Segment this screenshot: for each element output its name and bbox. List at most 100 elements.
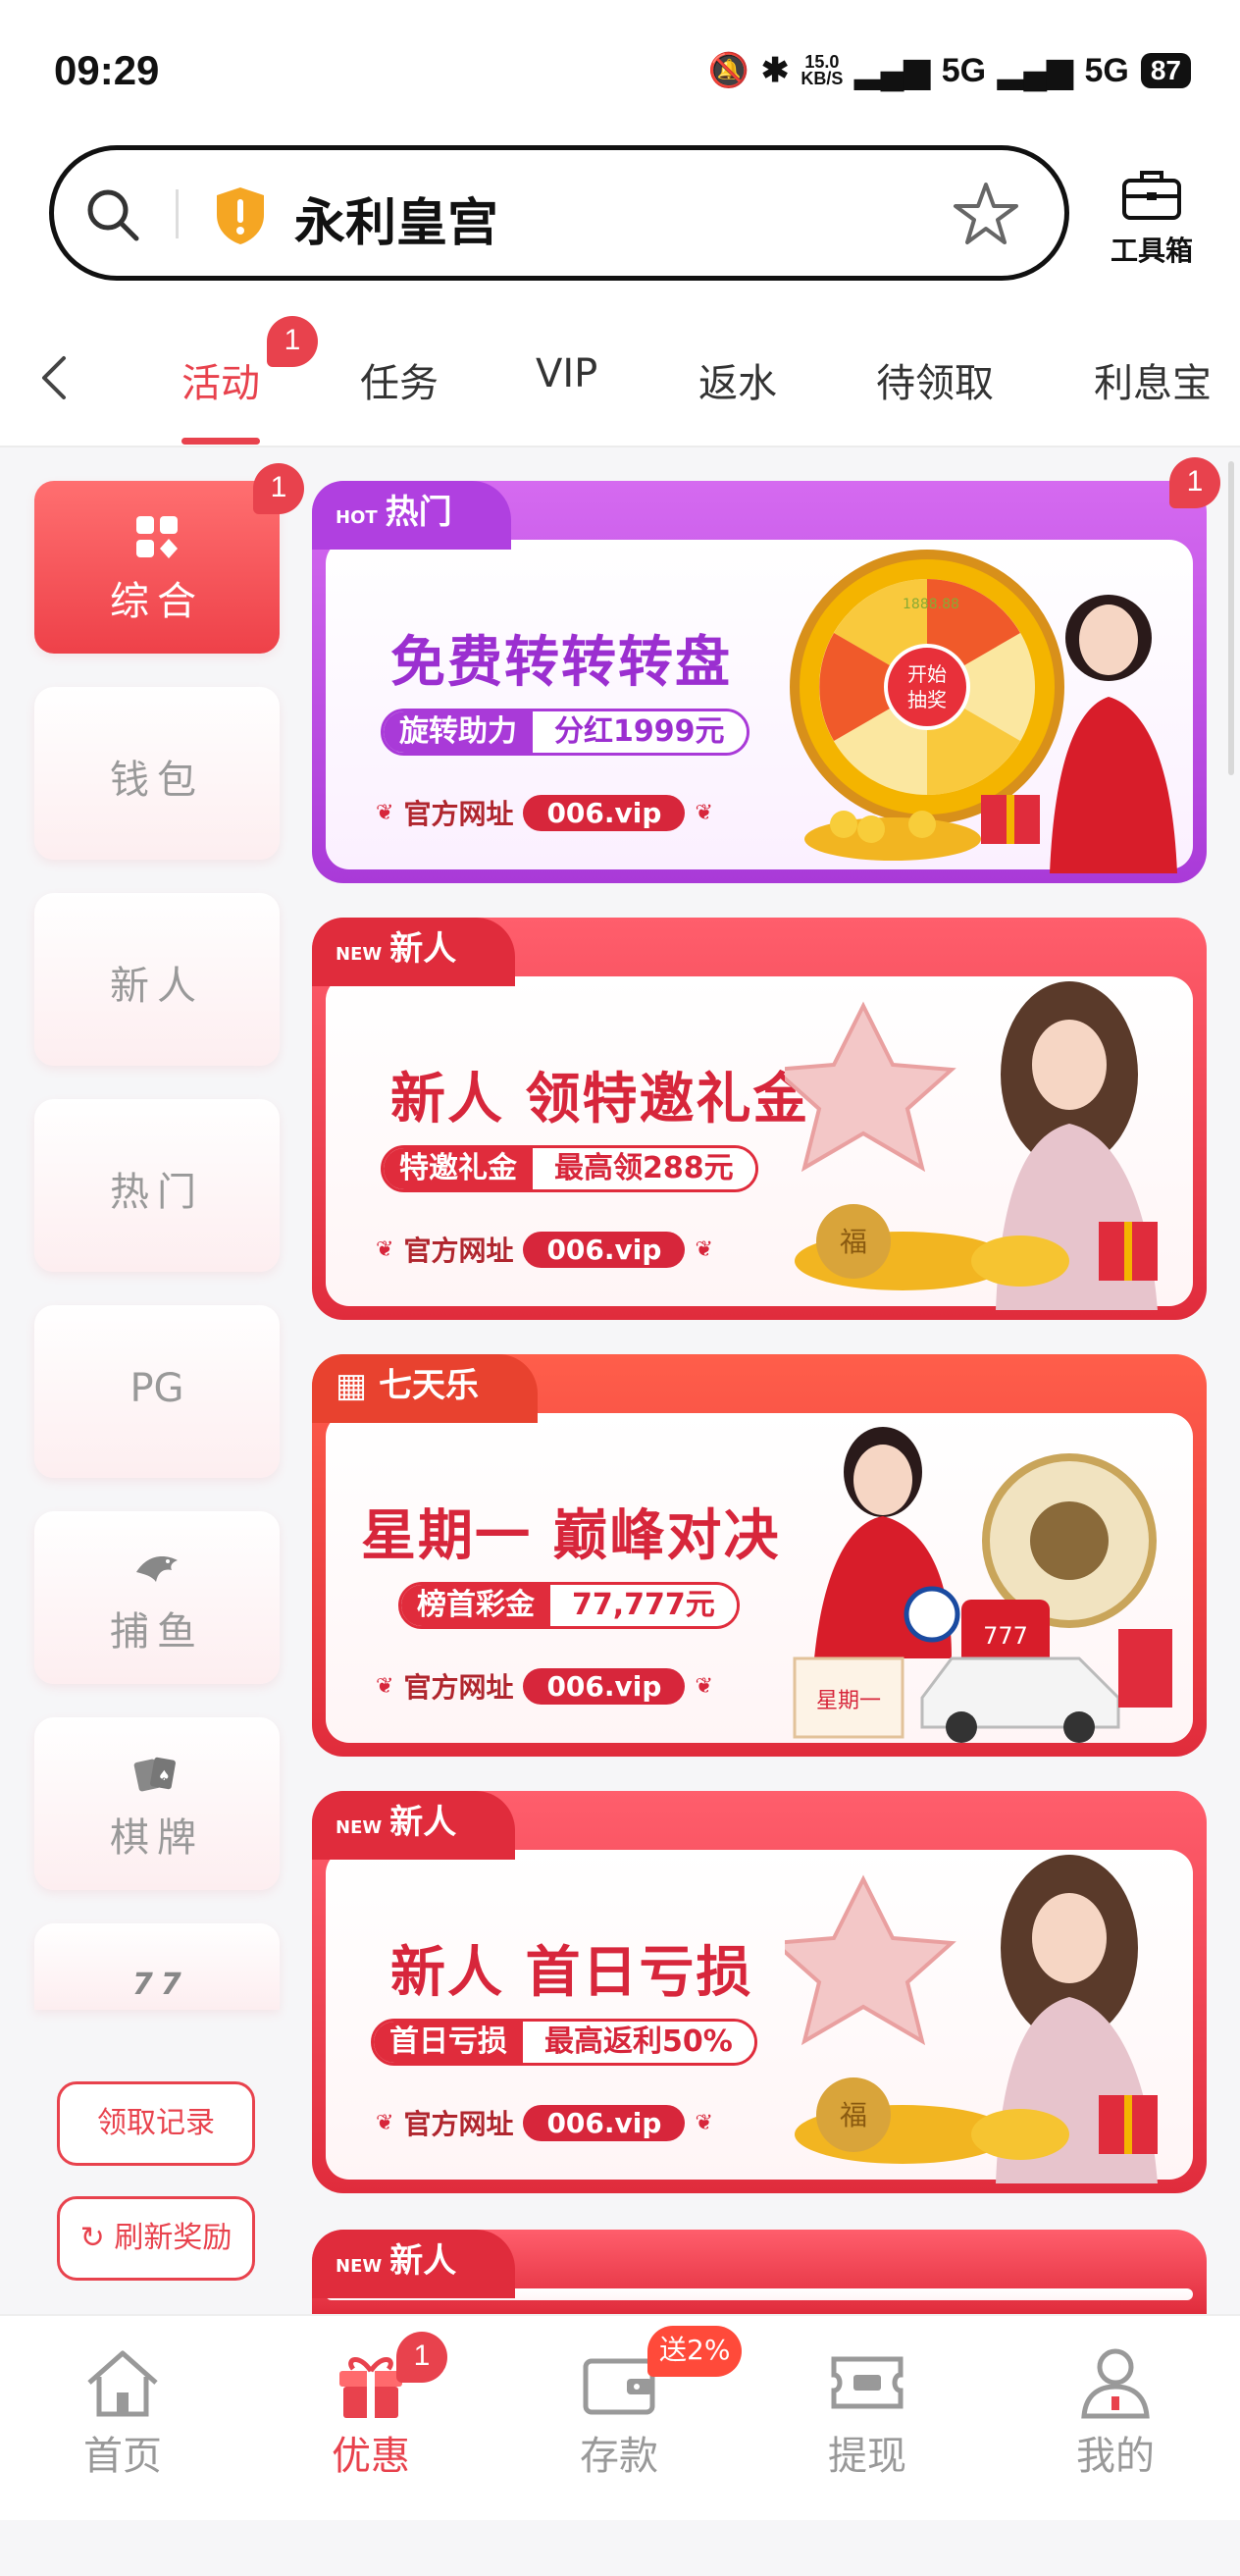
tab-interest[interactable]: 利息宝 bbox=[1094, 351, 1212, 408]
tab-activities[interactable]: 活动 bbox=[181, 351, 260, 408]
pill-label: 特邀礼金 bbox=[384, 1148, 533, 1189]
nav-profile[interactable]: 我的 bbox=[1037, 2345, 1194, 2481]
refresh-icon: ↻ bbox=[79, 2221, 105, 2255]
favorite-star-icon[interactable] bbox=[952, 180, 1020, 248]
banner-tag: HOT 热门 bbox=[312, 481, 511, 550]
pill-label: 旋转助力 bbox=[384, 711, 533, 753]
site-label: 官方网址 bbox=[403, 1671, 514, 1704]
chevron-left-icon[interactable] bbox=[34, 348, 74, 407]
refresh-rewards-label: 刷新奖励 bbox=[114, 2221, 232, 2255]
tab-rebate[interactable]: 返水 bbox=[698, 351, 777, 408]
new-mini-label: NEW bbox=[336, 944, 383, 965]
cards-icon: ♠ bbox=[133, 1757, 176, 1792]
banner-pill: 特邀礼金 最高领288元 bbox=[381, 1145, 758, 1192]
banner-tag-label: 热门 bbox=[385, 493, 452, 532]
banner-pill: 榜首彩金 77,777元 bbox=[398, 1582, 740, 1629]
banner-footer: ❦ 官方网址 006.vip ❦ bbox=[376, 2103, 713, 2142]
deposit-promo-badge: 送2% bbox=[647, 2326, 743, 2377]
grid-icon bbox=[136, 516, 178, 558]
scrollbar[interactable] bbox=[1228, 461, 1234, 775]
site-url: 006.vip bbox=[523, 2104, 686, 2141]
sidebar-item-slots[interactable]: 777 电子 bbox=[34, 1923, 280, 2010]
toolbox-button[interactable]: 工具箱 bbox=[1103, 167, 1201, 269]
status-bar: 09:29 🔕 ✱ 15.0 KB/S ▂▄▆ 5G ▂▄▆ 5G 87 bbox=[0, 0, 1240, 137]
nav-label: 提现 bbox=[828, 2434, 906, 2479]
sidebar-item-label: 综合 bbox=[110, 579, 204, 624]
status-icons: 🔕 ✱ 15.0 KB/S ▂▄▆ 5G ▂▄▆ 5G 87 bbox=[707, 51, 1191, 90]
tab-pending-claim[interactable]: 待领取 bbox=[876, 351, 994, 408]
svg-text:开始: 开始 bbox=[907, 662, 947, 686]
user-icon bbox=[1081, 2348, 1150, 2419]
signal-icon: ▂▄▆ bbox=[854, 52, 930, 89]
svg-text:福: 福 bbox=[840, 1226, 867, 1258]
banner-badge: 1 bbox=[1169, 457, 1220, 508]
network-type-1: 5G bbox=[941, 51, 987, 89]
tab-tasks[interactable]: 任务 bbox=[360, 351, 439, 408]
calendar-icon: ▦ bbox=[336, 1366, 379, 1405]
site-url: 006.vip bbox=[523, 794, 686, 831]
banner-footer: ❦ 官方网址 006.vip ❦ bbox=[376, 1666, 713, 1706]
pill-value: 最高返利50% bbox=[523, 2022, 754, 2063]
sidebar-item-newcomer[interactable]: 新人 bbox=[34, 893, 280, 1066]
sidebar-item-hot[interactable]: 热门 bbox=[34, 1099, 280, 1272]
sidebar-item-all[interactable]: 综合 bbox=[34, 481, 280, 654]
pill-label: 榜首彩金 bbox=[401, 1585, 550, 1626]
search-icon bbox=[87, 189, 139, 241]
laurel-icon: ❦ bbox=[376, 1236, 394, 1262]
sidebar-item-wallet[interactable]: 钱包 bbox=[34, 687, 280, 860]
claim-records-button[interactable]: 领取记录 bbox=[57, 2081, 255, 2166]
nav-label: 我的 bbox=[1076, 2434, 1155, 2479]
laurel-icon: ❦ bbox=[376, 1673, 394, 1699]
banner-tag-label: 新人 bbox=[389, 929, 457, 969]
banner-tag-label: 新人 bbox=[389, 2241, 457, 2281]
network-type-2: 5G bbox=[1084, 51, 1129, 89]
system-nav-strip bbox=[0, 2520, 1240, 2576]
pill-label: 首日亏损 bbox=[374, 2022, 523, 2063]
banner-newcomer-loss[interactable]: NEW 新人 新人 首日亏损 首日亏损 最高返利50% ❦ 官方网址 006.vi… bbox=[312, 1791, 1207, 2193]
new-mini-label: NEW bbox=[336, 2256, 383, 2277]
pill-value: 77,777元 bbox=[550, 1585, 737, 1626]
sidebar-item-pg[interactable]: PG bbox=[34, 1305, 280, 1478]
laurel-icon: ❦ bbox=[695, 2110, 713, 2135]
tab-underline bbox=[181, 438, 260, 445]
prize-wheel-illustration: 开始 抽奖 1888.88 bbox=[790, 550, 1177, 873]
laurel-icon: ❦ bbox=[695, 1236, 713, 1262]
nav-home[interactable]: 首页 bbox=[44, 2345, 201, 2481]
banner-tag-label: 七天乐 bbox=[378, 1366, 479, 1405]
nav-withdraw[interactable]: 提现 bbox=[789, 2345, 946, 2481]
battery-level: 87 bbox=[1140, 53, 1191, 88]
laurel-icon: ❦ bbox=[376, 800, 394, 825]
nav-label: 优惠 bbox=[332, 2434, 410, 2479]
sidebar-item-label: 新人 bbox=[110, 964, 204, 1009]
search-bar[interactable]: 永利皇宫 bbox=[49, 145, 1069, 281]
banner-weekly[interactable]: ▦ 七天乐 星期一 巅峰对决 榜首彩金 77,777元 ❦ 官方网址 006.v… bbox=[312, 1354, 1207, 1757]
wheel-prize-label: 1888.88 bbox=[903, 597, 959, 612]
banner-newcomer-partial[interactable]: NEW 新人 bbox=[312, 2230, 1207, 2314]
tab-vip[interactable]: VIP bbox=[536, 351, 597, 396]
banner-pill: 旋转助力 分红1999元 bbox=[381, 709, 749, 756]
mute-icon: 🔕 bbox=[707, 52, 749, 89]
site-label: 官方网址 bbox=[403, 1235, 514, 1267]
search-divider bbox=[176, 189, 179, 238]
header: 永利皇宫 工具箱 bbox=[0, 137, 1240, 304]
slot-777-icon: 777 bbox=[132, 1968, 181, 2002]
home-icon bbox=[87, 2350, 158, 2417]
banner-newcomer-gift[interactable]: NEW 新人 新人 领特邀礼金 特邀礼金 最高领288元 ❦ 官方网址 006.v… bbox=[312, 918, 1207, 1320]
new-mini-label: NEW bbox=[336, 1817, 383, 1838]
nav-badge: 1 bbox=[396, 2332, 447, 2383]
shield-icon bbox=[217, 187, 264, 244]
sidebar-item-fishing[interactable]: 捕鱼 bbox=[34, 1511, 280, 1684]
shark-icon bbox=[136, 1556, 178, 1582]
net-speed: 15.0 KB/S bbox=[801, 52, 844, 88]
nav-label: 存款 bbox=[580, 2434, 658, 2479]
banner-wheel[interactable]: HOT 热门 免费转转转盘 旋转助力 分红1999元 ❦ 官方网址 006.vip… bbox=[312, 481, 1207, 883]
casino-illustration: 777 星期一 bbox=[793, 1427, 1172, 1743]
search-text[interactable]: 永利皇宫 bbox=[294, 182, 498, 255]
jackpot-illustration: 福 bbox=[785, 981, 1158, 1310]
nav-label: 首页 bbox=[83, 2434, 162, 2479]
laurel-icon: ❦ bbox=[695, 1673, 713, 1699]
svg-text:抽奖: 抽奖 bbox=[907, 688, 947, 711]
laurel-icon: ❦ bbox=[695, 800, 713, 825]
sidebar-item-cards[interactable]: ♠ 棋牌 bbox=[34, 1717, 280, 1890]
refresh-rewards-button[interactable]: ↻ 刷新奖励 bbox=[57, 2196, 255, 2281]
